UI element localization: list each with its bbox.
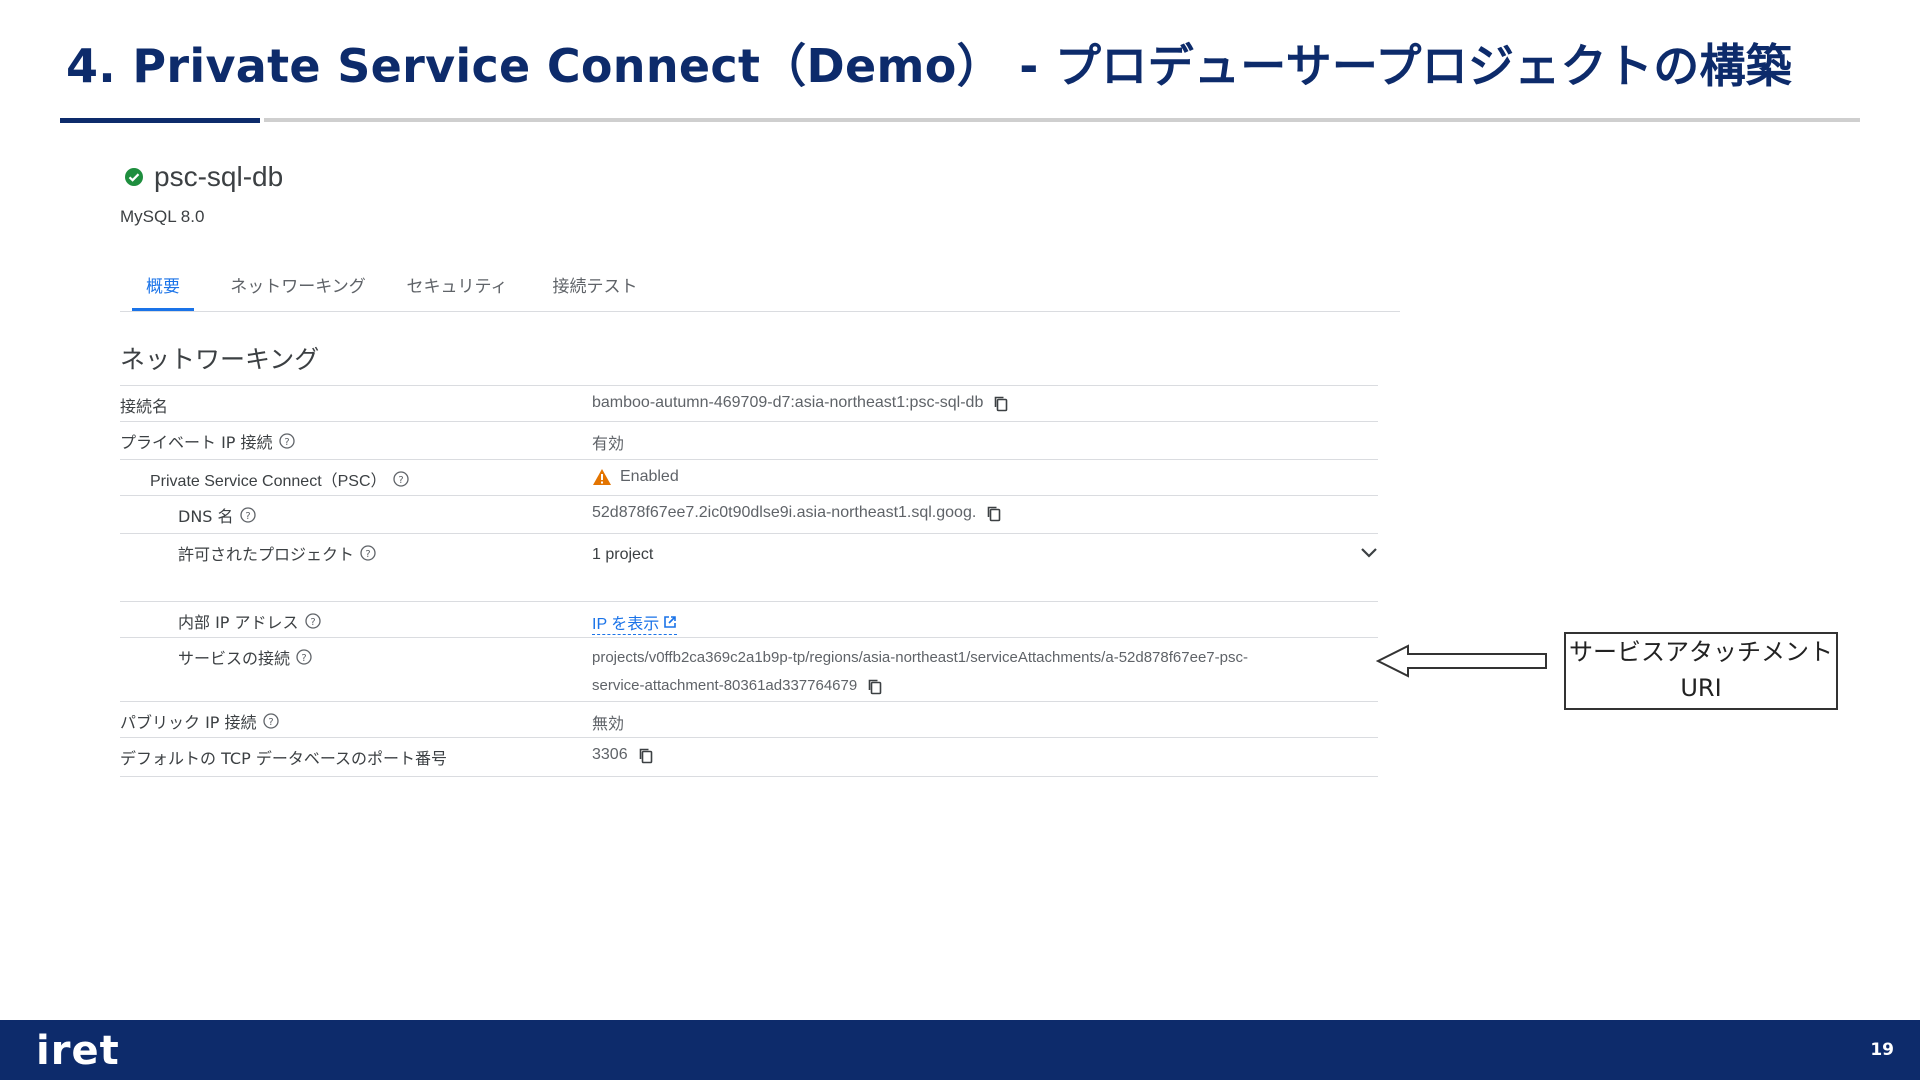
show-ip-link[interactable]: IP を表示 [592, 610, 678, 635]
tab-bar: 概要 ネットワーキング セキュリティ 接続テスト [120, 265, 1400, 312]
annotation-line-1: サービスアタッチメント [1569, 638, 1833, 666]
row-label: プライベート IP 接続 ? [120, 429, 295, 453]
table-row: パブリック IP 接続 ? 無効 [120, 701, 1378, 738]
table-row: Private Service Connect（PSC） ? Enabled [120, 459, 1378, 496]
table-row: 内部 IP アドレス ? IP を表示 [120, 601, 1378, 638]
help-icon[interactable]: ? [392, 471, 409, 487]
row-label: サービスの接続 ? [178, 645, 312, 669]
row-label: 許可されたプロジェクト ? [178, 541, 376, 565]
public-ip-value: 無効 [592, 716, 625, 733]
svg-text:?: ? [301, 653, 306, 664]
help-icon[interactable]: ? [239, 507, 256, 523]
annotation-callout: サービスアタッチメント URI [1564, 632, 1838, 710]
tab-overview[interactable]: 概要 [132, 265, 194, 311]
row-label: 接続名 [120, 397, 169, 416]
allowed-projects-value: 1 project [592, 546, 654, 563]
uri-line-1: projects/v0ffb2ca369c2a1b9p-tp/regions/a… [592, 649, 1248, 666]
copy-icon[interactable] [867, 678, 883, 695]
section-title: ネットワーキング [120, 345, 320, 374]
psc-value: Enabled [592, 468, 679, 486]
help-icon[interactable]: ? [296, 649, 312, 665]
table-row: サービスの接続 ? projects/v0ffb2ca369c2a1b9p-tp… [120, 637, 1378, 702]
footer-bar: iret 19 [0, 1020, 1920, 1080]
table-row: 許可されたプロジェクト ? 1 project [120, 533, 1378, 602]
check-circle-icon [125, 168, 143, 186]
table-row: デフォルトの TCP データベースのポート番号 3306 [120, 737, 1378, 777]
external-link-icon [664, 616, 677, 628]
svg-text:?: ? [284, 437, 289, 448]
svg-text:?: ? [268, 717, 273, 728]
row-label: デフォルトの TCP データベースのポート番号 [120, 749, 448, 768]
chevron-down-icon[interactable] [1360, 546, 1378, 560]
dns-name-value: 52d878f67ee7.2ic0t90dlse9i.asia-northeas… [592, 504, 1002, 522]
cloud-sql-instance-panel: psc-sql-db MySQL 8.0 概要 ネットワーキング セキュリティ … [118, 155, 1400, 785]
svg-text:?: ? [245, 511, 250, 522]
company-logo: iret [36, 1028, 120, 1074]
instance-engine: MySQL 8.0 [120, 207, 205, 226]
row-label: Private Service Connect（PSC） ? [150, 467, 409, 491]
annotation-line-2: URI [1680, 674, 1722, 702]
instance-name: psc-sql-db [154, 161, 284, 192]
row-label: 内部 IP アドレス ? [178, 609, 321, 633]
default-port-value: 3306 [592, 746, 654, 764]
copy-icon[interactable] [986, 505, 1002, 522]
instance-header: psc-sql-db [124, 161, 283, 193]
row-label: パブリック IP 接続 ? [120, 709, 279, 733]
title-underline [264, 118, 1860, 122]
svg-text:?: ? [310, 617, 315, 628]
copy-icon[interactable] [638, 747, 654, 764]
tab-connection-test[interactable]: 接続テスト [548, 265, 642, 309]
page-number: 19 [1870, 1040, 1894, 1060]
service-attachment-uri: projects/v0ffb2ca369c2a1b9p-tp/regions/a… [592, 644, 1372, 700]
help-icon[interactable]: ? [262, 713, 279, 729]
connection-name-value: bamboo-autumn-469709-d7:asia-northeast1:… [592, 394, 1009, 412]
warning-icon [593, 469, 611, 485]
uri-line-2: service-attachment-80361ad337764679 [592, 677, 858, 694]
table-row: DNS 名 ? 52d878f67ee7.2ic0t90dlse9i.asia-… [120, 495, 1378, 534]
slide-title: 4. Private Service Connect（Demo） - プロデュー… [66, 39, 1793, 93]
copy-icon[interactable] [993, 395, 1009, 412]
internal-ip-value: IP を表示 [592, 610, 678, 635]
table-row: プライベート IP 接続 ? 有効 [120, 421, 1378, 460]
row-label: DNS 名 ? [178, 503, 256, 527]
table-row: 接続名 bamboo-autumn-469709-d7:asia-northea… [120, 385, 1378, 422]
uri-line-2-wrap: service-attachment-80361ad337764679 [592, 672, 1372, 700]
svg-text:?: ? [365, 549, 370, 560]
tab-security[interactable]: セキュリティ [402, 265, 512, 309]
help-icon[interactable]: ? [278, 433, 295, 449]
help-icon[interactable]: ? [360, 545, 376, 561]
arrow-left-icon [1376, 644, 1547, 678]
title-underline-accent [60, 118, 260, 123]
tab-networking[interactable]: ネットワーキング [224, 265, 372, 309]
svg-text:?: ? [398, 475, 403, 486]
help-icon[interactable]: ? [304, 613, 321, 629]
private-ip-value: 有効 [592, 436, 625, 453]
